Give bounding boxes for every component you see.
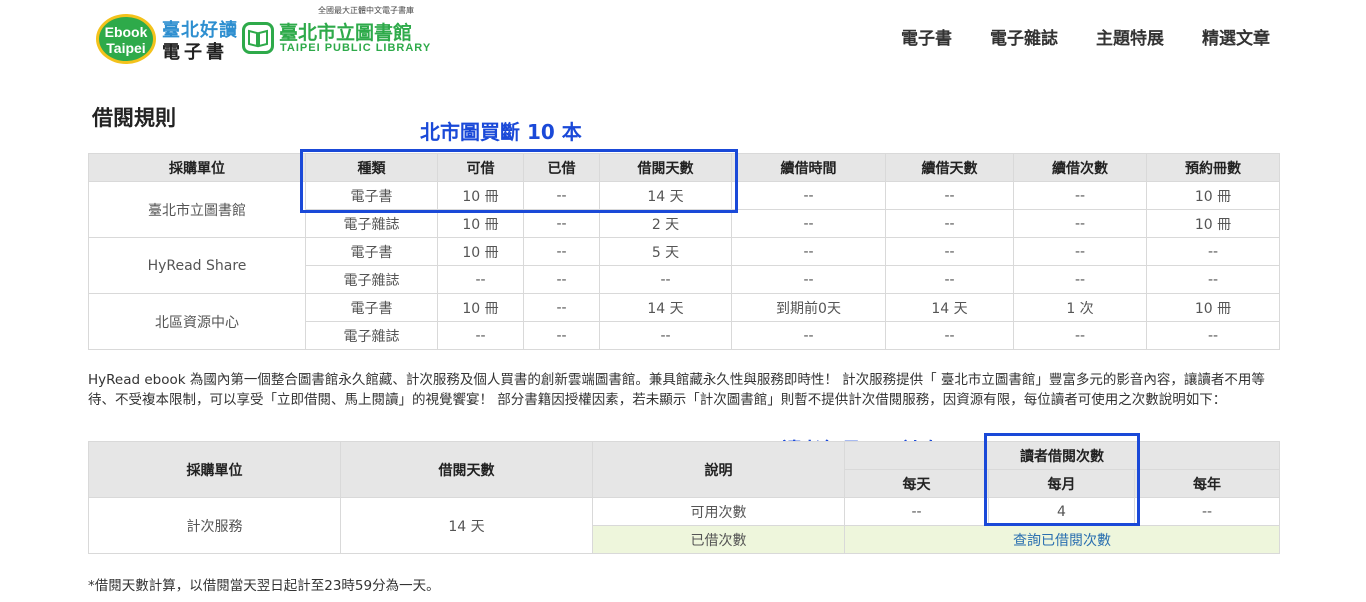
col-header: 可借 — [437, 153, 524, 182]
borrow-rules-table: 採購單位 種類 可借 已借 借閱天數 續借時間 續借天數 續借次數 預約冊數 臺… — [88, 153, 1280, 350]
col-header: 採購單位 — [88, 441, 341, 498]
nav-ebooks[interactable]: 電子書 — [901, 24, 952, 49]
page-title: 借閱規則 — [92, 106, 176, 130]
unit-cell: 北區資源中心 — [88, 293, 306, 350]
col-header: 每年 — [1133, 469, 1281, 498]
usage-count-table: 採購單位 借閱天數 說明 讀者借閱次數 每天 每月 每年 計次服務 14 天 可… — [88, 441, 1281, 554]
unit-cell: 計次服務 — [88, 497, 341, 554]
unit-cell: HyRead Share — [88, 237, 306, 294]
table-row: 臺北市立圖書館 電子書 10 冊 -- 14 天 -- -- -- 10 冊 — [88, 181, 1280, 238]
service-description: HyRead ebook 為國內第一個整合圖書館永久館藏、計次服務及個人買書的創… — [88, 372, 1265, 408]
col-header: 每月 — [988, 469, 1135, 498]
nav-articles[interactable]: 精選文章 — [1202, 24, 1270, 49]
annotation-buyout: 北市圖買斷 10 本 — [420, 120, 582, 144]
col-header: 續借天數 — [885, 153, 1014, 182]
library-name-cn: 臺北市立圖書館 — [279, 22, 413, 44]
nav-exhibitions[interactable]: 主題特展 — [1096, 24, 1164, 49]
table-row: 北區資源中心 電子書 10 冊 -- 14 天 到期前0天 14 天 1 次 1… — [88, 293, 1280, 350]
logo-tagline: 全國最大正體中文電子書庫 — [318, 6, 414, 15]
site-header: Ebook Taipei 全國最大正體中文電子書庫 臺北好讀 電子書 臺北市立圖… — [0, 0, 1366, 80]
library-name-en: TAIPEI PUBLIC LIBRARY — [280, 42, 432, 54]
library-book-icon — [242, 22, 274, 54]
nav-magazines[interactable]: 電子雜誌 — [990, 24, 1058, 49]
footnote: *借閱天數計算，以借閱當天翌日起計至23時59分為一天。 — [88, 578, 440, 594]
col-header: 讀者借閱次數 — [843, 441, 1281, 470]
col-header: 已借 — [523, 153, 600, 182]
logo-subtitle: 電子書 — [162, 42, 228, 63]
col-header: 借閱天數 — [599, 153, 732, 182]
col-header: 每天 — [844, 469, 989, 498]
table-row: 計次服務 14 天 可用次數 -- 4 -- — [88, 497, 1281, 554]
col-header: 續借時間 — [731, 153, 886, 182]
table-row: HyRead Share 電子書 10 冊 -- 5 天 -- -- -- -- — [88, 237, 1280, 294]
col-header: 借閱天數 — [340, 441, 593, 498]
days-cell: 14 天 — [340, 497, 593, 554]
unit-cell: 臺北市立圖書館 — [88, 181, 306, 238]
col-header: 種類 — [305, 153, 438, 182]
query-borrow-count-link[interactable]: 查詢已借閱次數 — [1013, 533, 1111, 549]
main-nav: 電子書 電子雜誌 主題特展 精選文章 — [901, 24, 1270, 49]
col-header: 說明 — [592, 441, 845, 498]
col-header: 續借次數 — [1013, 153, 1147, 182]
col-header: 預約冊數 — [1146, 153, 1280, 182]
ebook-taipei-logo[interactable]: Ebook Taipei — [96, 14, 156, 64]
col-header: 採購單位 — [88, 153, 306, 182]
